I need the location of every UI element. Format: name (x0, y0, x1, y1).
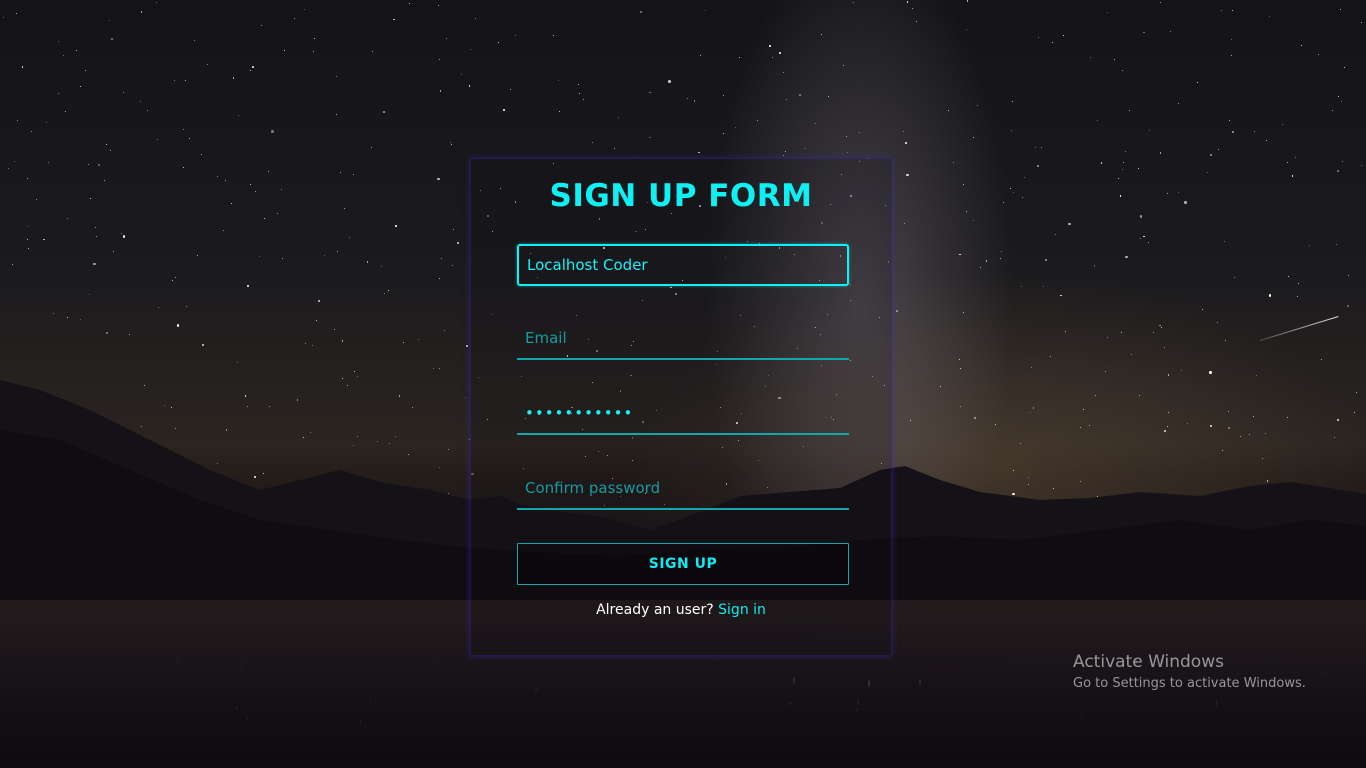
confirm-password-input[interactable] (517, 468, 849, 510)
signin-link[interactable]: Sign in (718, 602, 766, 618)
name-input[interactable] (517, 244, 849, 286)
watermark-title: Activate Windows (1073, 652, 1224, 672)
email-input[interactable] (517, 318, 849, 360)
form-title: SIGN UP FORM (549, 178, 813, 214)
signin-row: Already an user? Sign in (470, 602, 892, 618)
signup-button[interactable]: SIGN UP (517, 543, 849, 585)
windows-activation-watermark: Activate Windows Go to Settings to activ… (1073, 652, 1306, 691)
password-input[interactable] (517, 393, 849, 435)
watermark-subtitle: Go to Settings to activate Windows. (1073, 676, 1306, 691)
signin-prompt: Already an user? (596, 602, 714, 618)
